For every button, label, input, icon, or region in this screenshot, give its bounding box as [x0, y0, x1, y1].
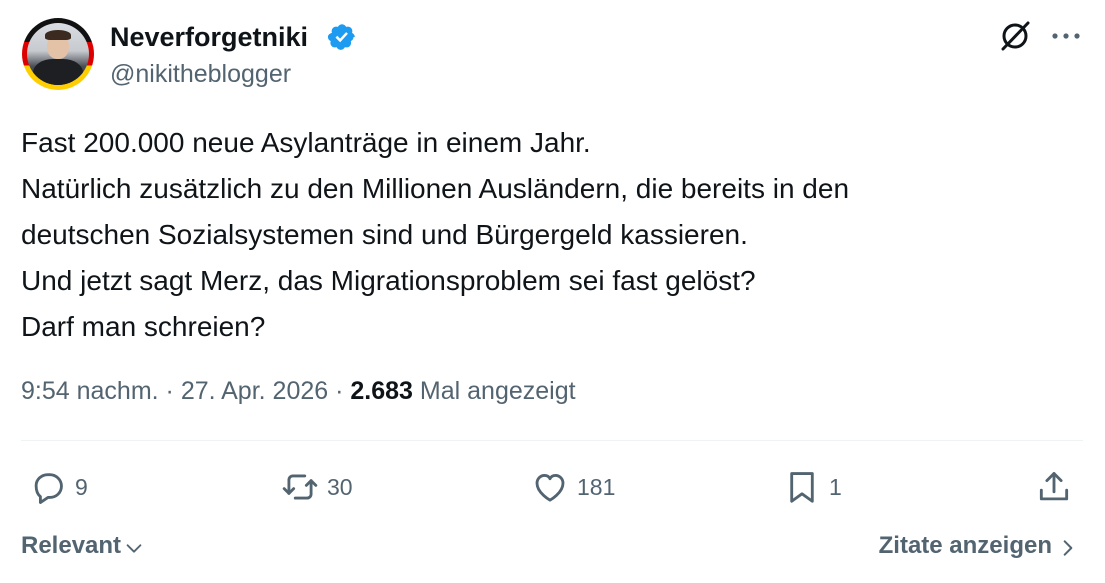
divider [21, 440, 1083, 441]
reply-count: 9 [75, 473, 88, 500]
tweet-line: Natürlich zusätzlich zu den Millionen Au… [21, 173, 850, 204]
tweet-line: Und jetzt sagt Merz, das Migrationsprobl… [21, 265, 756, 296]
views-count[interactable]: 2.683 [350, 377, 413, 405]
tweet-text: Fast 200.000 neue Asylanträge in einem J… [21, 120, 1081, 350]
bookmark-count: 1 [829, 473, 842, 500]
reply-button[interactable]: 9 [29, 467, 88, 507]
verified-badge-icon[interactable] [324, 22, 360, 52]
avatar[interactable] [22, 18, 94, 90]
tweet-line: Fast 200.000 neue Asylanträge in einem J… [21, 127, 591, 158]
repost-count: 30 [327, 473, 353, 500]
bookmark-button[interactable]: 1 [783, 467, 842, 507]
grok-icon[interactable] [997, 18, 1033, 54]
share-icon [1039, 472, 1069, 501]
reply-icon [34, 473, 63, 504]
avatar-figure-body [33, 59, 83, 85]
repost-button[interactable]: 30 [281, 467, 353, 507]
like-count: 181 [577, 473, 616, 500]
tweet-meta: 9:54 nachm. · 27. Apr. 2026 · 2.683 Mal … [21, 375, 576, 407]
tweet-time[interactable]: 9:54 nachm. [21, 377, 159, 405]
meta-separator: · [328, 377, 351, 405]
more-icon[interactable] [1049, 22, 1083, 50]
sort-replies-dropdown[interactable]: Relevant [21, 532, 145, 560]
chevron-right-icon [1063, 539, 1073, 556]
like-icon [535, 474, 565, 502]
repost-icon [282, 474, 318, 500]
avatar-photo [27, 23, 89, 85]
quotes-label: Zitate anzeigen [878, 532, 1052, 559]
view-quotes-link[interactable]: Zitate anzeigen [879, 532, 1078, 560]
bookmark-icon [790, 472, 814, 503]
avatar-figure-hair [45, 30, 71, 40]
views-label[interactable]: Mal angezeigt [420, 377, 576, 405]
author-handle[interactable]: @nikitheblogger [110, 59, 291, 89]
share-button[interactable] [1035, 467, 1073, 507]
like-button[interactable]: 181 [531, 467, 615, 507]
tweet-line: Darf man schreien? [21, 311, 266, 342]
author-display-name[interactable]: Neverforgetniki [110, 22, 308, 52]
chevron-down-icon [126, 544, 142, 553]
tweet-line: deutschen Sozialsystemen sind und Bürger… [21, 219, 748, 250]
sort-label: Relevant [21, 532, 122, 559]
tweet-date[interactable]: 27. Apr. 2026 [181, 377, 328, 405]
meta-separator: · [158, 377, 181, 405]
